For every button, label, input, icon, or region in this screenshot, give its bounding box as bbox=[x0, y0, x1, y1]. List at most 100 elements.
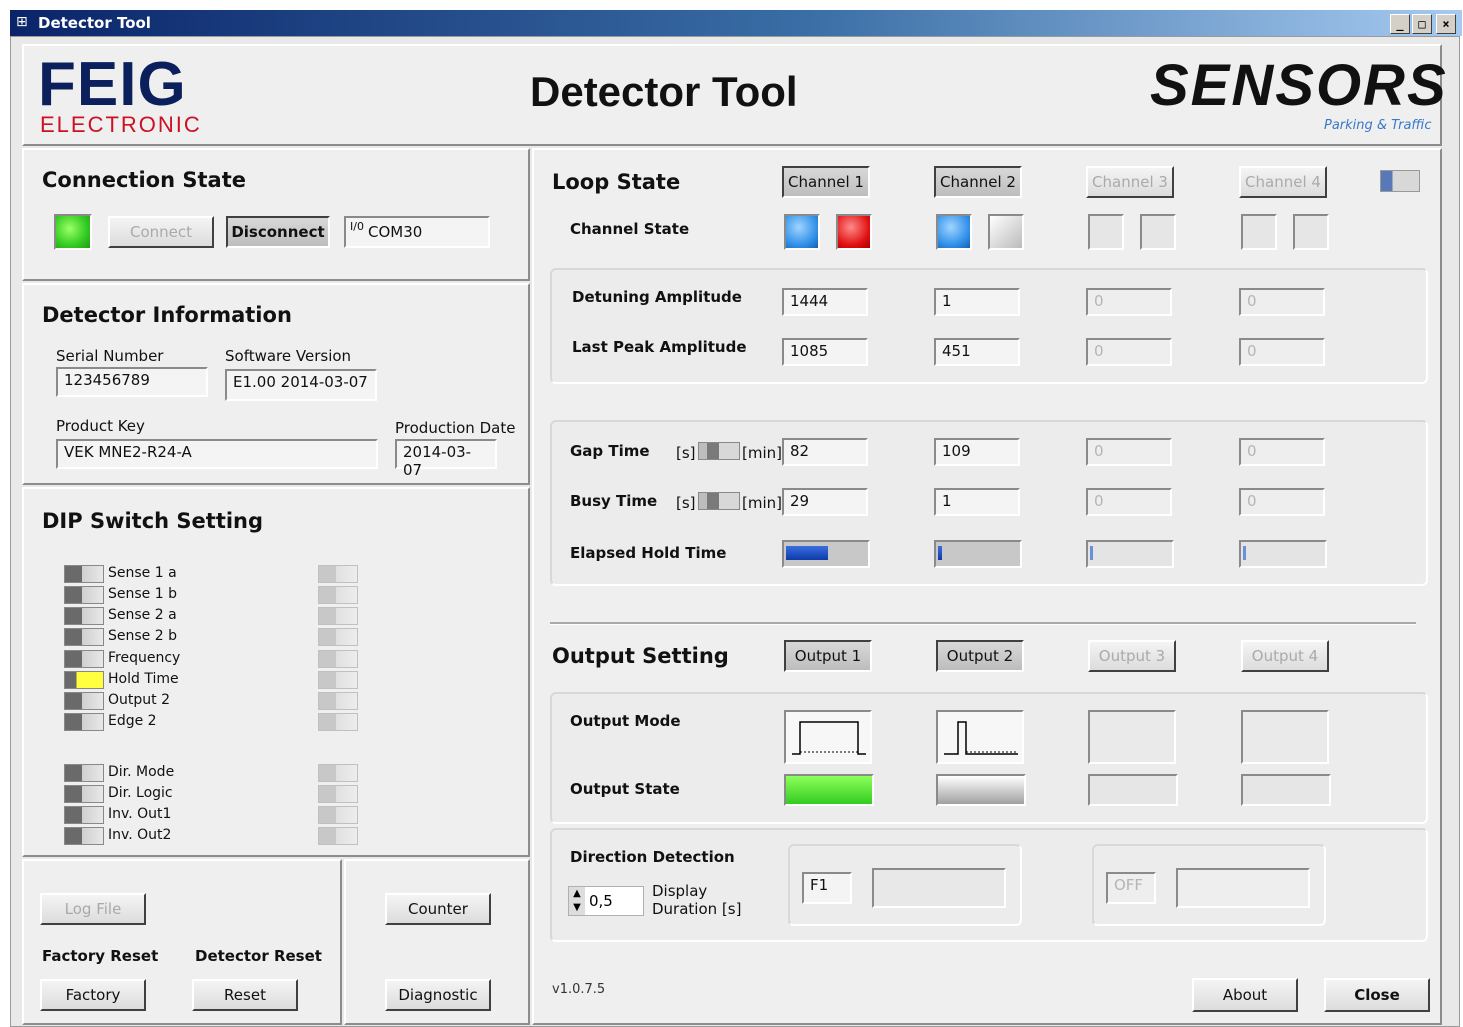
dip-switch-label: Sense 2 b bbox=[108, 628, 177, 644]
window-title: Detector Tool bbox=[38, 14, 151, 32]
dip-switch-disabled bbox=[318, 671, 358, 689]
detuning-label: Detuning Amplitude bbox=[572, 288, 742, 306]
busy-time-field[interactable]: 0 bbox=[1239, 488, 1325, 516]
dip-switch-label: Sense 1 a bbox=[108, 565, 177, 581]
channel-state-label: Channel State bbox=[570, 220, 690, 238]
direction-box-1: F1 bbox=[788, 844, 1022, 926]
busy-time-field[interactable]: 1 bbox=[934, 488, 1020, 516]
dip-switch-label: Sense 2 a bbox=[108, 607, 177, 623]
output-state-led bbox=[784, 774, 874, 806]
last-peak-label: Last Peak Amplitude bbox=[572, 338, 747, 356]
header-panel: FEIG ELECTRONIC Detector Tool SENSORS Pa… bbox=[22, 44, 1446, 146]
dip-switch[interactable] bbox=[64, 827, 104, 845]
channel-state-led bbox=[988, 214, 1024, 250]
loop-toggle-switch[interactable] bbox=[1380, 170, 1420, 192]
detuning-field: 1 bbox=[934, 288, 1020, 316]
output-2-button[interactable]: Output 2 bbox=[936, 640, 1024, 672]
detector-reset-label: Detector Reset bbox=[195, 947, 322, 965]
dip-switch[interactable] bbox=[64, 785, 104, 803]
counter-button[interactable]: Counter bbox=[385, 893, 491, 925]
close-button[interactable]: Close bbox=[1324, 978, 1430, 1012]
dip-switch-label: Frequency bbox=[108, 650, 181, 666]
dip-switch-disabled bbox=[318, 713, 358, 731]
com-port-field[interactable]: I/0 COM30 bbox=[344, 216, 490, 248]
gap-unit-switch[interactable] bbox=[698, 442, 740, 460]
channel-2-button[interactable]: Channel 2 bbox=[934, 166, 1022, 198]
production-date-field: 2014-03-07 bbox=[395, 439, 497, 479]
detuning-field: 0 bbox=[1239, 288, 1325, 316]
dip-switch-disabled bbox=[318, 785, 358, 803]
dip-switch[interactable] bbox=[64, 764, 104, 782]
output-state-label: Output State bbox=[570, 780, 680, 798]
gap-time-field[interactable]: 0 bbox=[1086, 438, 1172, 466]
busy-time-field[interactable]: 0 bbox=[1086, 488, 1172, 516]
dip-switch[interactable] bbox=[64, 713, 104, 731]
dip-switch[interactable] bbox=[64, 806, 104, 824]
direction-indicator-1 bbox=[872, 868, 1006, 908]
dip-switch[interactable] bbox=[64, 671, 104, 689]
elapsed-hold-fill bbox=[786, 546, 828, 560]
dip-switch-label: Inv. Out1 bbox=[108, 806, 172, 822]
about-button[interactable]: About bbox=[1192, 978, 1298, 1012]
output-state-led bbox=[1241, 774, 1331, 806]
log-file-button[interactable]: Log File bbox=[40, 893, 146, 925]
gap-time-field[interactable]: 109 bbox=[934, 438, 1020, 466]
stepper-icon[interactable]: ▲ ▼ bbox=[569, 887, 585, 915]
detector-info-title: Detector Information bbox=[42, 303, 292, 327]
reset-button[interactable]: Reset bbox=[192, 979, 298, 1011]
gap-time-field[interactable]: 0 bbox=[1239, 438, 1325, 466]
dip-switch-disabled bbox=[318, 586, 358, 604]
dip-switch[interactable] bbox=[64, 692, 104, 710]
display-duration-input[interactable]: ▲ ▼ 0,5 bbox=[568, 886, 644, 916]
version-label: v1.0.7.5 bbox=[552, 982, 606, 997]
section-divider bbox=[550, 622, 1416, 625]
output-mode-selector bbox=[1241, 710, 1329, 764]
direction-group: Direction Detection ▲ ▼ 0,5 Display Durat… bbox=[550, 828, 1428, 942]
output-4-button[interactable]: Output 4 bbox=[1241, 640, 1329, 672]
channel-3-button[interactable]: Channel 3 bbox=[1086, 166, 1174, 198]
gap-time-field[interactable]: 82 bbox=[782, 438, 868, 466]
dip-switch[interactable] bbox=[64, 565, 104, 583]
dip-switch[interactable] bbox=[64, 628, 104, 646]
diagnostic-button[interactable]: Diagnostic bbox=[385, 979, 491, 1011]
sensors-logo: SENSORS bbox=[1150, 53, 1448, 118]
gap-time-label: Gap Time bbox=[570, 442, 650, 460]
dip-switch[interactable] bbox=[64, 607, 104, 625]
channel-4-button[interactable]: Channel 4 bbox=[1239, 166, 1327, 198]
direction-indicator-2 bbox=[1176, 868, 1310, 908]
channel-1-button[interactable]: Channel 1 bbox=[782, 166, 870, 198]
disconnect-button[interactable]: Disconnect bbox=[226, 216, 330, 248]
channel-state-led bbox=[1241, 214, 1277, 250]
factory-button[interactable]: Factory bbox=[40, 979, 146, 1011]
connection-led bbox=[54, 214, 92, 250]
dip-switch[interactable] bbox=[64, 586, 104, 604]
connect-button[interactable]: Connect bbox=[108, 216, 214, 248]
channel-state-led bbox=[1140, 214, 1176, 250]
last-peak-field: 0 bbox=[1239, 338, 1325, 366]
busy-unit-s: [s] bbox=[676, 494, 696, 512]
close-window-button[interactable]: × bbox=[1436, 14, 1456, 34]
output-mode-selector[interactable] bbox=[784, 710, 872, 764]
com-port-value: COM30 bbox=[368, 223, 423, 241]
dip-switch-disabled bbox=[318, 607, 358, 625]
busy-unit-switch[interactable] bbox=[698, 492, 740, 510]
output-1-button[interactable]: Output 1 bbox=[784, 640, 872, 672]
window-title-bar[interactable]: ⊞ Detector Tool _ □ × bbox=[10, 10, 1462, 36]
busy-time-field[interactable]: 29 bbox=[782, 488, 868, 516]
feig-logo: FEIG bbox=[38, 50, 187, 119]
output-mode-selector[interactable] bbox=[936, 710, 1024, 764]
product-key-label: Product Key bbox=[56, 417, 145, 435]
direction-label: Direction Detection bbox=[570, 848, 735, 866]
serial-label: Serial Number bbox=[56, 347, 164, 365]
minimize-button[interactable]: _ bbox=[1390, 14, 1410, 34]
software-field: E1.00 2014-03-07 bbox=[225, 369, 377, 401]
dip-switch[interactable] bbox=[64, 650, 104, 668]
dip-switch-panel: DIP Switch Setting Sense 1 a Sense 1 b Sen… bbox=[22, 487, 530, 857]
gap-unit-s: [s] bbox=[676, 444, 696, 462]
maximize-button[interactable]: □ bbox=[1412, 14, 1432, 34]
last-peak-field: 451 bbox=[934, 338, 1020, 366]
reset-panel: Log File Factory Reset Detector Reset Fa… bbox=[22, 859, 342, 1025]
busy-unit-min: [min] bbox=[742, 494, 782, 512]
output-3-button[interactable]: Output 3 bbox=[1088, 640, 1176, 672]
direction-box-2: OFF bbox=[1092, 844, 1326, 926]
